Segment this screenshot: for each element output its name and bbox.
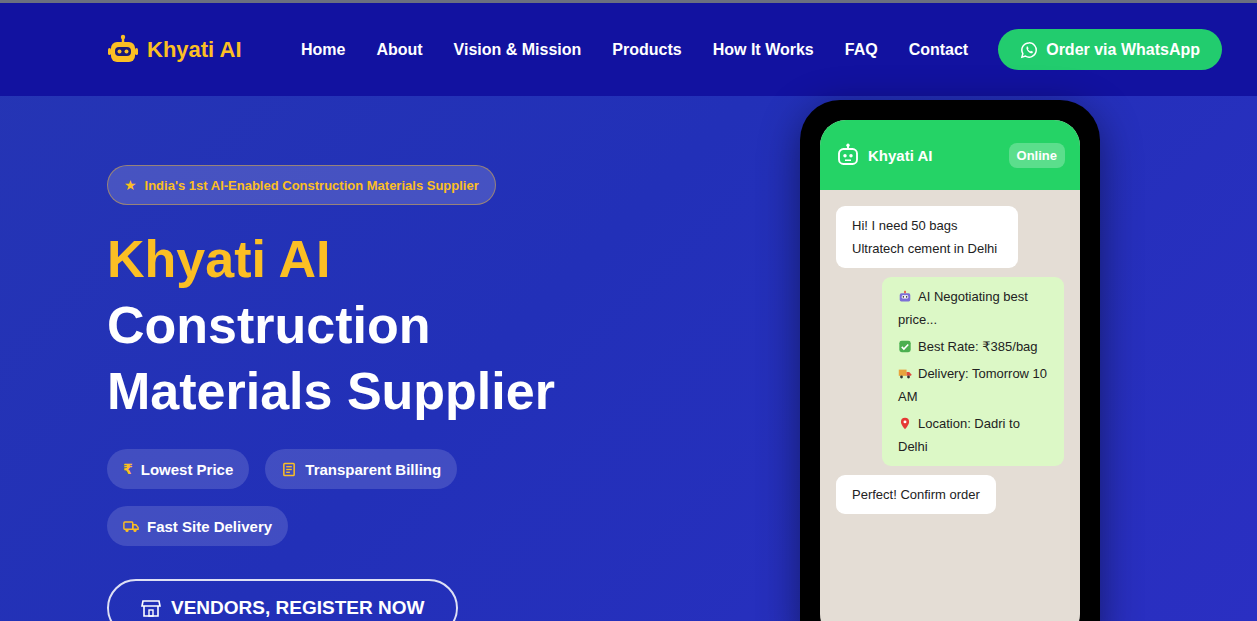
chat-message: AI Negotiating best price... Best Rate: ₹… (882, 277, 1064, 466)
feature-label: Fast Site Delivery (147, 518, 272, 535)
hero: ★ India's 1st AI-Enabled Construction Mat… (0, 96, 1257, 621)
feature-label: Transparent Billing (305, 461, 441, 478)
hero-title-line: Materials Supplier (107, 358, 555, 424)
whatsapp-icon (1020, 41, 1038, 59)
hero-title-accent: Khyati AI (107, 226, 555, 292)
phone-mockup: Khyati AI Online Hi! I need 50 bags Ultrat… (800, 100, 1100, 621)
nav: Home About Vision & Mission Products How It … (301, 41, 968, 59)
feature-pill: Transparent Billing (265, 449, 457, 489)
whatsapp-button-label: Order via WhatsApp (1046, 41, 1200, 59)
rupee-icon: ₹ (123, 461, 133, 477)
message-text: Location: Dadri to Delhi (898, 416, 1020, 454)
message-line: Location: Dadri to Delhi (898, 412, 1048, 458)
message-line: Delivery: Tomorrow 10 AM (898, 362, 1048, 408)
pin-icon (898, 417, 912, 430)
feature-pill: Fast Site Delivery (107, 506, 288, 546)
vendor-register-button[interactable]: VENDORS, REGISTER NOW (107, 579, 458, 621)
logo-text: Khyati AI (147, 37, 242, 63)
message-line: Hi! I need 50 bags Ultratech cement in D… (852, 214, 1002, 260)
feature-list: ₹ Lowest Price Transparent Billing Fast Sit… (107, 449, 477, 546)
chat-message: Hi! I need 50 bags Ultratech cement in D… (836, 206, 1018, 268)
nav-link[interactable]: How It Works (713, 41, 814, 59)
whatsapp-button[interactable]: Order via WhatsApp (998, 29, 1222, 70)
logo[interactable]: Khyati AI (107, 34, 242, 66)
vendor-register-label: VENDORS, REGISTER NOW (171, 597, 424, 619)
hero-title: Khyati AIConstructionMaterials Supplier (107, 226, 555, 424)
nav-link[interactable]: Home (301, 41, 345, 59)
nav-link[interactable]: Contact (909, 41, 969, 59)
chat-message: Perfect! Confirm order (836, 475, 996, 514)
truck-icon (898, 367, 912, 380)
message-text: Hi! I need 50 bags Ultratech cement in D… (852, 218, 997, 256)
feature-label: Lowest Price (141, 461, 234, 478)
chat-header: Khyati AI Online (820, 120, 1080, 190)
hero-badge: ★ India's 1st AI-Enabled Construction Mat… (107, 165, 496, 205)
receipt-icon (281, 462, 297, 477)
page: Khyati AI Home About Vision & Mission Produc… (0, 0, 1257, 621)
hero-content: ★ India's 1st AI-Enabled Construction Mat… (107, 165, 555, 621)
message-text: Perfect! Confirm order (852, 487, 980, 502)
chat-body: Hi! I need 50 bags Ultratech cement in D… (820, 190, 1080, 530)
message-text: AI Negotiating best price... (898, 289, 1028, 327)
check-icon (898, 340, 912, 353)
header: Khyati AI Home About Vision & Mission Produc… (0, 3, 1257, 96)
nav-link[interactable]: Products (612, 41, 681, 59)
hero-badge-text: India's 1st AI-Enabled Construction Mate… (145, 178, 479, 193)
robot-icon (836, 143, 860, 167)
feature-pill: ₹ Lowest Price (107, 449, 249, 489)
star-icon: ★ (124, 177, 137, 193)
message-text: Delivery: Tomorrow 10 AM (898, 366, 1047, 404)
store-icon (141, 598, 161, 618)
message-line: AI Negotiating best price... (898, 285, 1048, 331)
nav-link[interactable]: About (376, 41, 422, 59)
phone-screen: Khyati AI Online Hi! I need 50 bags Ultrat… (820, 120, 1080, 621)
nav-link[interactable]: FAQ (845, 41, 878, 59)
message-text: Best Rate: ₹385/bag (918, 339, 1038, 354)
hero-title-line: Construction (107, 292, 555, 358)
robot-icon (107, 34, 139, 66)
message-line: Perfect! Confirm order (852, 483, 980, 506)
status-badge: Online (1009, 143, 1065, 168)
chat-title: Khyati AI (868, 147, 932, 164)
message-line: Best Rate: ₹385/bag (898, 335, 1048, 358)
truck-icon (123, 519, 139, 534)
nav-link[interactable]: Vision & Mission (454, 41, 582, 59)
robot-icon (898, 290, 912, 303)
